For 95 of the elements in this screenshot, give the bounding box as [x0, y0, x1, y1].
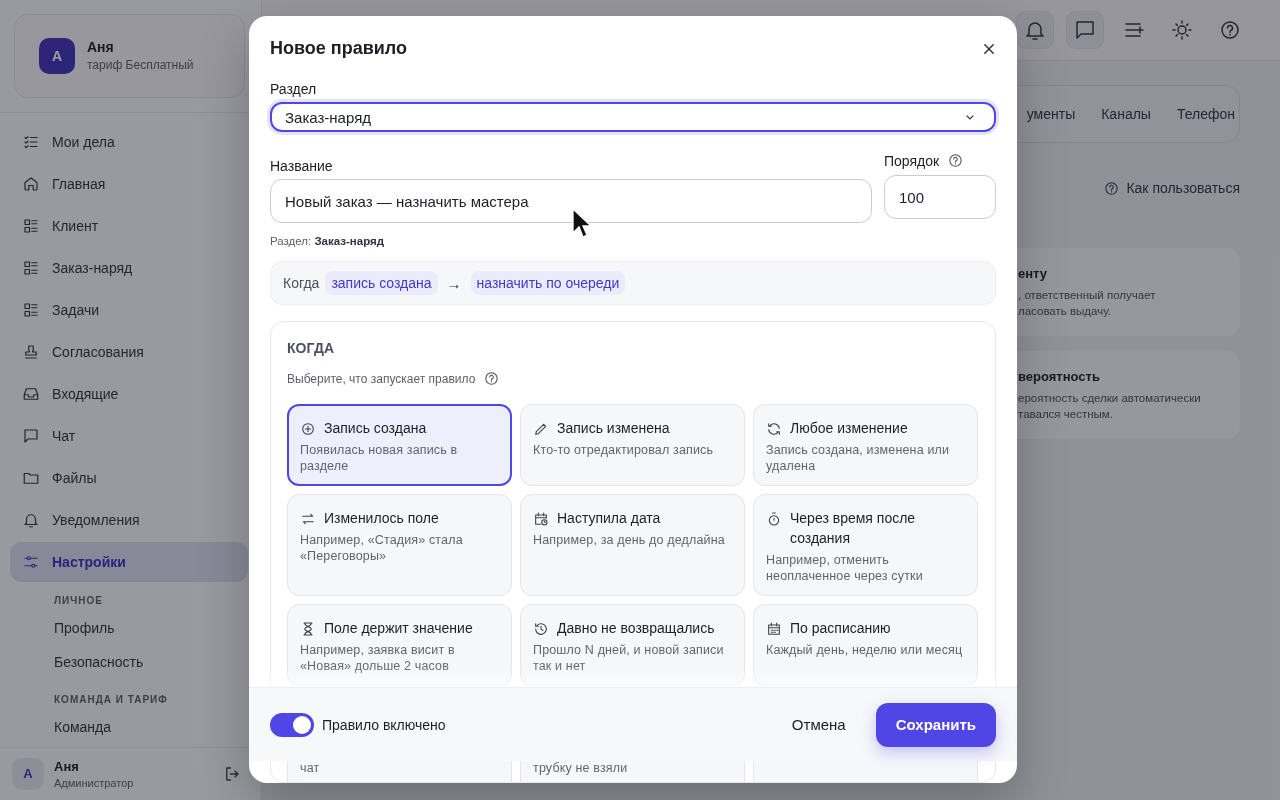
- stamp-icon: [22, 342, 40, 361]
- option-title: По расписанию: [790, 619, 891, 638]
- option-title: Запись создана: [324, 419, 427, 438]
- card-text: ероятность сделки автоматически: [1018, 391, 1202, 406]
- field-label: Название: [270, 158, 334, 174]
- dialog-title: Новое правило: [270, 38, 408, 59]
- help-link[interactable]: Как пользоваться: [1103, 179, 1240, 197]
- chat-icon: [22, 426, 40, 445]
- sidebar-item[interactable]: Задачи: [10, 289, 248, 330]
- save-button[interactable]: Сохранить: [875, 702, 996, 747]
- help-icon: [1103, 179, 1121, 197]
- sidebar-item[interactable]: Файлы: [10, 457, 248, 498]
- trigger-option[interactable]: Наступила дата Например, за день до дедлайна: [520, 494, 745, 596]
- grid-list-icon: [22, 300, 40, 319]
- card-title: енту: [1018, 266, 1048, 281]
- sidebar-item[interactable]: Клиент: [10, 205, 248, 246]
- section-heading: КОМАНДА И ТАРИФ: [53, 692, 169, 707]
- option-title: Поле держит значение: [324, 619, 473, 638]
- swap-arrows-icon: [300, 511, 316, 527]
- option-title: Наступила дата: [557, 509, 661, 528]
- summary-label: Когда: [283, 275, 320, 291]
- help-icon[interactable]: [947, 152, 965, 169]
- section-heading: ЛИЧНОЕ: [53, 593, 104, 608]
- stopwatch-icon: [766, 511, 782, 527]
- avatar: А: [39, 37, 75, 74]
- option-title: Изменилось поле: [324, 509, 439, 528]
- user-name: Аня: [87, 39, 115, 56]
- profile-card[interactable]: А Аня тариф Бесплатный: [14, 14, 245, 98]
- option-description: Например, «Стадия» стала «Переговоры»: [300, 532, 464, 564]
- card-title: вероятность: [1018, 369, 1101, 384]
- option-title: Любое изменение: [790, 419, 908, 438]
- option-description: Например, отменить неоплаченное через сутки: [766, 552, 924, 584]
- field-label: Раздел: [270, 81, 318, 97]
- sidebar-item[interactable]: Мои дела: [10, 121, 248, 162]
- trigger-option[interactable]: По расписанию Каждый день, неделю или месяц: [753, 604, 978, 686]
- refresh-icon: [766, 421, 782, 437]
- cancel-button[interactable]: Отмена: [777, 706, 860, 743]
- option-description: Прошло N дней, и новой записи так и нет: [533, 642, 725, 674]
- toggle-label: Правило включено: [322, 716, 446, 733]
- tab[interactable]: Каналы: [1101, 106, 1151, 122]
- panel-title: КОГДА: [287, 340, 336, 356]
- option-description: Например, заявка висит в «Новая» дольше 2 часов: [300, 642, 456, 674]
- option-description: Например, за день до дедлайна: [533, 532, 726, 548]
- option-description: Кто-то отредактировал запись: [533, 442, 715, 458]
- calendar-clock-icon: [533, 511, 549, 527]
- sidebar-item[interactable]: Заказ-наряд: [10, 247, 248, 288]
- grid-list-icon: [22, 258, 40, 277]
- help-icon[interactable]: [483, 370, 501, 387]
- sidebar-item[interactable]: Уведомления: [10, 499, 248, 540]
- option-title: Запись изменена: [557, 419, 670, 438]
- order-field[interactable]: 100: [884, 175, 996, 219]
- name-field[interactable]: Новый заказ — назначить мастера: [270, 179, 872, 223]
- option-title: Давно не возвращались: [557, 619, 715, 638]
- tab[interactable]: ументы: [1026, 106, 1076, 122]
- sidebar-item[interactable]: Главная: [10, 163, 248, 204]
- trigger-option[interactable]: Изменилось поле Например, «Стадия» стала «Переговоры»: [287, 494, 512, 596]
- sidebar-item[interactable]: Чат: [10, 415, 248, 456]
- option-description: чат: [300, 760, 321, 776]
- trigger-option[interactable]: Любое изменение Запись создана, изменена или удалена: [753, 404, 978, 486]
- trigger-option[interactable]: Запись создана Появилась новая запись в разделе: [287, 404, 512, 486]
- option-description: трубку не взяли: [533, 760, 629, 776]
- history-icon: [533, 621, 549, 637]
- field-label: Порядок: [884, 152, 940, 169]
- arrow-text: →: [446, 274, 462, 292]
- panel-subtitle: Выберите, что запускает правило: [287, 371, 476, 386]
- hint-text: Раздел: Заказ-наряд: [270, 235, 386, 247]
- option-description: Появилась новая запись в разделе: [300, 442, 459, 474]
- avatar: А: [12, 757, 44, 790]
- trigger-option[interactable]: Поле держит значение Например, заявка висит в «Новая» дольше 2 часов: [287, 604, 512, 686]
- option-description: Запись создана, изменена или удалена: [766, 442, 951, 474]
- section-select[interactable]: Заказ-наряд: [270, 102, 996, 132]
- calendar-icon: [766, 621, 782, 637]
- sidebar-item[interactable]: Согласования: [10, 331, 248, 372]
- trigger-option[interactable]: Запись изменена Кто-то отредактировал запись: [520, 404, 745, 486]
- plan-label: тариф Бесплатный: [87, 58, 194, 73]
- grid-list-icon: [22, 216, 40, 235]
- option-title: Через время после создания: [790, 509, 917, 548]
- logout-icon[interactable]: [223, 764, 241, 783]
- pencil-icon: [533, 421, 549, 437]
- user-name: Аня: [54, 758, 80, 774]
- trigger-chip: запись создана: [325, 271, 438, 295]
- trigger-option[interactable]: Через время после создания Например, отменить неоплаченное через сутки: [753, 494, 978, 596]
- card-text: , ответственный получает: [1018, 288, 1157, 303]
- action-chip: назначить по очереди: [470, 271, 626, 295]
- tab[interactable]: Телефон: [1176, 106, 1235, 122]
- card-text: ласовать выдачу.: [1018, 304, 1112, 319]
- sidebar-item[interactable]: Настройки: [10, 541, 248, 582]
- toggle-switch[interactable]: [270, 712, 314, 737]
- user-role: Администратор: [54, 776, 134, 789]
- option-description: Каждый день, неделю или месяц: [766, 642, 964, 658]
- card-text: тавался честным.: [1018, 407, 1114, 422]
- bell-icon[interactable]: [1016, 11, 1054, 49]
- sidebar-item[interactable]: Входящие: [10, 373, 248, 414]
- trigger-option[interactable]: Давно не возвращались Прошло N дней, и новой записи так и нет: [520, 604, 745, 686]
- chat-icon[interactable]: [1066, 11, 1104, 49]
